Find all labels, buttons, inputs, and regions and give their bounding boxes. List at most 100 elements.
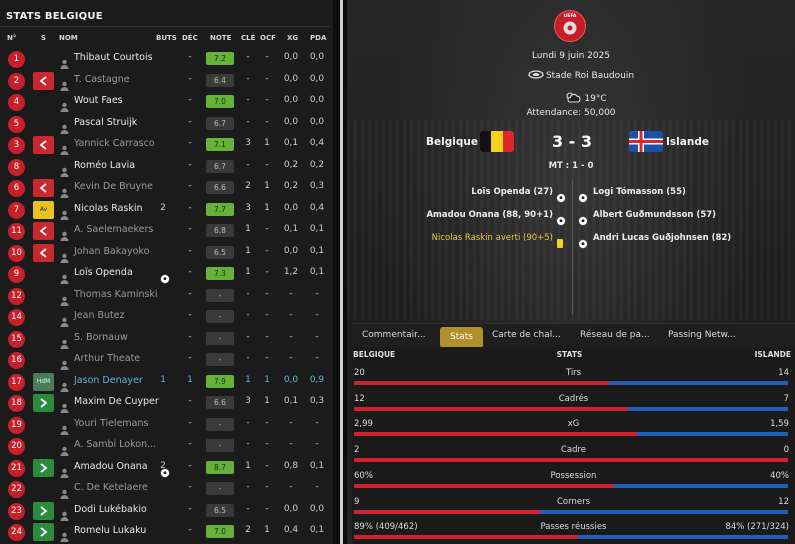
player-icon [60, 162, 69, 177]
home-team-name[interactable]: Belgique [426, 136, 478, 148]
header-key[interactable]: CLÉ [241, 34, 255, 42]
player-name[interactable]: Thibaut Courtois [74, 52, 153, 63]
player-row[interactable]: 4 Wout Faes - - - 0,0 0,0 7.0 [0, 91, 333, 112]
away-team-name[interactable]: Islande [666, 136, 709, 148]
stat-dec: 1 [187, 374, 193, 385]
stat-xg: 0,0 [283, 503, 299, 514]
panel-title: STATS BELGIQUE [6, 11, 103, 22]
header-name[interactable]: NOM [59, 34, 78, 42]
player-row[interactable]: 9 Loïs Openda - 1 - 1,2 0,1 7.3 [0, 263, 333, 284]
player-row[interactable]: 24 Romelu Lukaku - 2 1 0,4 0,1 7.0 [0, 521, 333, 542]
header-ocf[interactable]: OCF [260, 34, 276, 42]
player-name[interactable]: A. Saelemaekers [74, 224, 153, 235]
header-xg[interactable]: XG [287, 34, 298, 42]
player-row[interactable]: 20 A. Sambi Lokon... - - - - - - [0, 435, 333, 456]
squad-number: 23 [8, 502, 25, 520]
player-name[interactable]: Jason Denayer [74, 375, 143, 386]
stat-dec: - [188, 73, 192, 84]
goal-event: Amadou Onana (88, 90+1) [426, 210, 553, 220]
player-icon [60, 441, 69, 456]
rating-badge: - [206, 417, 234, 431]
stat-ocf: - [265, 310, 269, 320]
player-row[interactable]: 16 Arthur Theate - - - - - - [0, 349, 333, 370]
squad-number: 20 [8, 438, 25, 455]
player-name[interactable]: Arthur Theate [74, 353, 140, 364]
player-name[interactable]: Loïs Openda [74, 267, 133, 278]
tab-heatmap[interactable]: Carte de chal... [492, 330, 561, 340]
stat-key: - [246, 73, 250, 84]
player-row[interactable]: 21 Amadou Onana 2 - 1 - 0,8 0,1 8.7 [0, 457, 333, 478]
player-icon [60, 183, 69, 198]
player-row[interactable]: 11 A. Saelemaekers - 1 - 0,1 0,1 6.8 [0, 220, 333, 241]
player-name[interactable]: Thomas Kaminski [74, 289, 158, 300]
player-row[interactable]: 10 Johan Bakayoko - 1 - 0,0 0,1 6.5 [0, 242, 333, 263]
squad-number: 7 [8, 201, 25, 219]
player-name[interactable]: Yannick Carrasco [74, 138, 155, 149]
tab-commentary[interactable]: Commentair... [362, 330, 426, 340]
player-icon [60, 334, 69, 349]
player-row[interactable]: 14 Jean Butez - - - - - - [0, 306, 333, 327]
player-name[interactable]: Dodi Lukébakio [74, 504, 147, 515]
header-dec[interactable]: DÉC [182, 34, 198, 42]
stat-ocf: - [265, 439, 269, 449]
stat-row: 89% (409/462) Passes réussies 84% (271/324… [352, 521, 795, 544]
player-name[interactable]: Wout Faes [74, 95, 123, 106]
player-name[interactable]: Nicolas Raskin [74, 203, 143, 214]
player-row[interactable]: 18 Maxim De Cuyper - 3 1 0,1 0,3 6.6 [0, 392, 333, 413]
player-name[interactable]: Pascal Struijk [74, 117, 137, 128]
header-rating[interactable]: NOTE [210, 34, 231, 42]
header-num[interactable]: N° [7, 34, 16, 42]
player-row[interactable]: 12 Thomas Kaminski - - - - - - [0, 285, 333, 306]
player-name[interactable]: Maxim De Cuyper [74, 396, 159, 407]
squad-number: 18 [8, 395, 25, 412]
player-row[interactable]: 23 Dodi Lukébakio - - - 0,0 0,0 6.5 [0, 500, 333, 521]
home-share-fill [354, 509, 541, 514]
home-share-fill [354, 381, 610, 385]
player-name[interactable]: T. Castagne [74, 74, 130, 85]
team-stats-table: BELGIQUE STATS ISLANDE 20 Tirs 14 12 Cadrés 7… [352, 347, 795, 544]
player-name[interactable]: A. Sambi Lokon... [74, 439, 156, 450]
player-icon [60, 54, 69, 69]
player-row[interactable]: 1 Thibaut Courtois - - - 0,0 0,0 7.2 [0, 48, 333, 69]
player-name[interactable]: Kevin De Bruyne [74, 181, 153, 192]
player-name[interactable]: C. De Ketelaere [74, 482, 148, 493]
stat-ocf: - [265, 73, 269, 84]
stat-ocf: - [265, 417, 269, 428]
header-pda[interactable]: PDA [310, 34, 326, 42]
stat-xg: 0,8 [283, 460, 299, 471]
header-goals[interactable]: BUTS [156, 34, 177, 42]
player-row[interactable]: 3 Yannick Carrasco - 3 1 0,1 0,4 7.1 [0, 134, 333, 155]
header-sub[interactable]: S [41, 34, 46, 42]
player-name[interactable]: S. Bornauw [74, 332, 128, 343]
player-name[interactable]: Johan Bakayoko [74, 246, 149, 257]
player-name[interactable]: Roméo Lavia [74, 160, 135, 171]
player-name[interactable]: Romelu Lukaku [74, 525, 146, 536]
tab-passing-network[interactable]: Passing Netw... [668, 330, 736, 340]
stadium-line: Stade Roi Baudouin [357, 70, 795, 81]
stat-row: 2 Cadre 0 [352, 444, 795, 470]
player-row[interactable]: 2 T. Castagne - - - 0,0 0,0 6.4 [0, 70, 333, 91]
away-value: 84% (271/324) [725, 522, 789, 533]
player-name[interactable]: Youri Tielemans [74, 418, 148, 429]
player-row[interactable]: 15 S. Bornauw - - - - - - [0, 328, 333, 349]
player-row[interactable]: 19 Youri Tielemans - - - - - - [0, 414, 333, 435]
rating-badge: - [206, 439, 234, 452]
stat-pda: - [315, 288, 319, 299]
tab-pass-network[interactable]: Réseau de pa... [580, 330, 650, 340]
player-row[interactable]: 5 Pascal Struijk - - - 0,0 0,0 6.7 [0, 113, 333, 134]
player-row[interactable]: 7 Av Nicolas Raskin 2 - 3 1 0,0 0,4 7.7 [0, 199, 333, 220]
player-name[interactable]: Jean Butez [74, 310, 125, 321]
stat-xg: - [289, 439, 293, 449]
player-name[interactable]: Amadou Onana [74, 461, 148, 472]
player-row[interactable]: 17 HdM Jason Denayer 1 1 1 1 0,0 0,9 7.9 [0, 371, 333, 392]
player-icon [60, 291, 69, 306]
stat-xg: 0,0 [283, 95, 299, 105]
player-icon [60, 527, 69, 542]
player-row[interactable]: 22 C. De Ketelaere - - - - - - [0, 478, 333, 499]
player-icon [60, 484, 69, 499]
scrollbar[interactable] [340, 0, 343, 544]
tab-stats[interactable]: Stats [440, 327, 483, 348]
player-row[interactable]: 8 Roméo Lavia - - - 0,2 0,2 6.7 [0, 156, 333, 177]
squad-number: 22 [8, 481, 25, 498]
player-row[interactable]: 6 Kevin De Bruyne - 2 1 0,2 0,3 6.6 [0, 177, 333, 198]
